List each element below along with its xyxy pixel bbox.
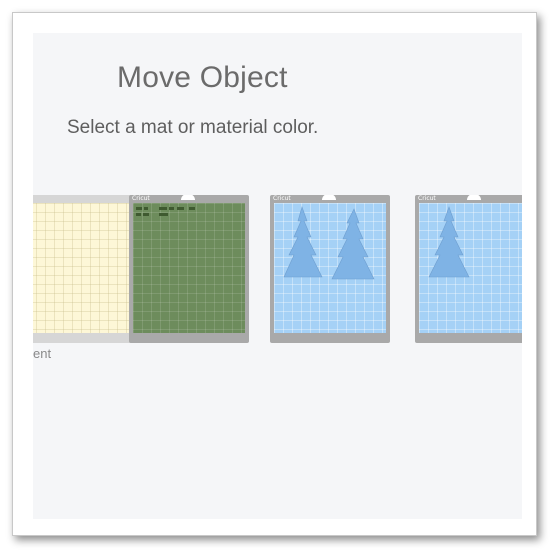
mat-surface-green [133,203,245,333]
mat-small-items [136,207,195,216]
frame-right-margin [522,13,536,535]
tree-shape-icon [428,206,470,278]
mat-header: Cricut [415,195,522,203]
move-object-dialog: Move Object Select a mat or material col… [12,12,537,536]
mat-option-4[interactable]: Cricut [415,195,522,343]
mat-notch [181,195,195,200]
mat-option-3[interactable]: Cricut [270,195,390,343]
mat-brand-label: Cricut [418,195,436,202]
tree-shapes-icon [283,206,375,280]
mat-surface-blue [419,203,522,333]
mat-option-1[interactable] [33,195,143,343]
mat-surface-yellow [33,203,139,333]
frame-top-margin [13,13,536,33]
mat-notch [467,195,481,200]
frame-left-margin [13,13,33,535]
dialog-subtitle: Select a mat or material color. [67,117,319,138]
mat-caption: ent [33,346,52,361]
mat-option-2[interactable]: Cricut [129,195,249,343]
mat-brand-label: Cricut [132,195,150,202]
frame-bottom-margin [13,519,536,535]
mat-header: Cricut [129,195,249,203]
mat-brand-label: Cricut [273,195,291,202]
dialog-title: Move Object [117,61,288,94]
mat-surface-blue [274,203,386,333]
mat-notch [322,195,336,200]
mat-header: Cricut [270,195,390,203]
mat-carousel[interactable]: Cricut Cricut Cricut [33,195,522,345]
